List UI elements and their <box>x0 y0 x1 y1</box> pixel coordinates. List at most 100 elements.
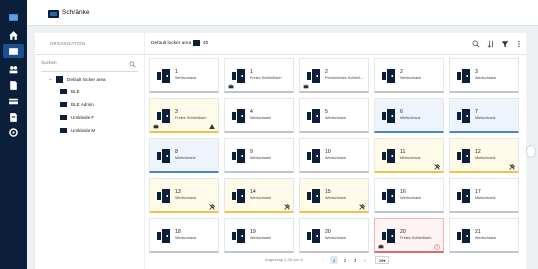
locker-card[interactable]: 2 Wertschrank <box>374 58 444 93</box>
warning-icon <box>209 124 215 129</box>
locker-type: Mietschrank <box>475 156 496 160</box>
prev-page-icon[interactable]: ‹ <box>320 256 326 264</box>
locker-icon <box>457 189 471 203</box>
locker-number: 21 <box>475 229 481 235</box>
locker-card[interactable]: 17 Mietschrank <box>449 178 519 213</box>
locker-card[interactable]: 7 Mietschrank <box>449 98 519 133</box>
tree-root[interactable]: − Default locker area <box>49 76 106 83</box>
lockers-nav-icon[interactable] <box>3 44 24 58</box>
locker-type: Wertschrank <box>475 236 497 240</box>
locker-type: Wertschrank <box>325 116 347 120</box>
locker-card[interactable]: 3 Wertschrank <box>449 58 519 93</box>
locker-icon <box>157 229 171 243</box>
tree-root-label: Default locker area <box>67 77 106 82</box>
group-icon <box>60 115 67 120</box>
collapse-icon[interactable]: − <box>49 77 54 83</box>
robot-icon <box>228 84 234 89</box>
collapse-handle[interactable] <box>526 145 536 158</box>
locker-number: 20 <box>325 229 331 235</box>
page-button[interactable]: 1 <box>330 256 338 264</box>
locker-card[interactable]: 2 Persönliches Schließ… <box>299 58 369 93</box>
locker-card[interactable]: 21 Wertschrank <box>449 218 519 253</box>
search-input[interactable] <box>41 60 121 65</box>
locker-icon <box>307 229 321 243</box>
wrench-icon <box>359 203 365 210</box>
filter-icon[interactable] <box>500 39 509 48</box>
locker-icon <box>382 189 396 203</box>
locker-type: Wertschrank <box>475 76 497 80</box>
group-icon <box>60 89 67 94</box>
wrench-icon <box>209 203 215 210</box>
locker-card[interactable]: 5 Wertschrank <box>299 98 369 133</box>
robot-icon <box>303 84 309 89</box>
locker-number: 5 <box>325 109 328 115</box>
tree-item-label: Umkleide M <box>71 128 96 133</box>
tree-item[interactable]: BLE Admin <box>60 102 94 107</box>
locker-type: Wertschrank <box>175 236 197 240</box>
locker-card[interactable]: 14 Wertschrank <box>224 178 294 213</box>
locker-card[interactable]: 9 Wertschrank <box>224 138 294 173</box>
locker-number: 14 <box>250 189 256 195</box>
page-button[interactable]: 3 <box>352 256 358 264</box>
locker-card[interactable]: 12 Mietschrank <box>449 138 519 173</box>
locker-icon <box>232 189 246 203</box>
locker-number: 8 <box>175 149 178 155</box>
locker-area-panel: Default locker area 40 1 Wertschrank 1 Frei… <box>145 33 526 269</box>
locker-card[interactable]: 10 Wertschrank <box>299 138 369 173</box>
locker-card[interactable]: 20 Freies Schließfach <box>374 218 444 253</box>
logo-icon[interactable] <box>7 12 20 22</box>
gear-icon[interactable] <box>7 127 20 137</box>
tree-item[interactable]: BLE <box>60 89 80 94</box>
locker-card[interactable]: 3 Freies Schließfach <box>149 98 219 133</box>
locker-card[interactable]: 1 Wertschrank <box>149 58 219 93</box>
locker-card[interactable]: 16 Wertschrank <box>374 178 444 213</box>
report-icon[interactable] <box>7 112 20 122</box>
search-icon[interactable] <box>129 61 136 68</box>
locker-type: Wertschrank <box>250 116 272 120</box>
locker-type: Wertschrank <box>325 196 347 200</box>
locker-card[interactable]: 20 Wertschrank <box>299 218 369 253</box>
tree-item-label: BLE <box>71 89 80 94</box>
locker-number: 9 <box>250 149 253 155</box>
pagination-text: Angezeigt 1-25 von 0 <box>265 257 303 262</box>
top-bar: Schränke <box>27 0 538 26</box>
locker-icon <box>157 149 171 163</box>
locker-card[interactable]: 6 Mietschrank <box>374 98 444 133</box>
locker-type: Freies Schließfach <box>175 116 207 120</box>
sort-icon[interactable] <box>486 39 495 48</box>
locker-number: 20 <box>400 229 406 235</box>
locker-icon <box>157 69 171 83</box>
page-button[interactable]: 2 <box>342 256 348 264</box>
page-size-select[interactable]: 25 ▾ <box>375 256 389 264</box>
search-box[interactable] <box>41 59 138 72</box>
next-page-icon[interactable]: › <box>362 256 368 264</box>
locker-card[interactable]: 4 Wertschrank <box>224 98 294 133</box>
locker-type: Wertschrank <box>400 76 422 80</box>
home-icon[interactable] <box>7 30 20 40</box>
locker-number: 10 <box>325 149 331 155</box>
locker-type: Mietschrank <box>400 116 421 120</box>
locker-number: 1 <box>250 69 253 75</box>
locker-card[interactable]: 13 Wertschrank <box>149 178 219 213</box>
search-icon[interactable] <box>471 39 480 48</box>
locker-number: 15 <box>325 189 331 195</box>
locker-card[interactable]: 8 Mietschrank <box>149 138 219 173</box>
locker-card[interactable]: 11 Mietschrank <box>374 138 444 173</box>
locker-icon <box>457 229 471 243</box>
locker-number: 17 <box>475 189 481 195</box>
locker-card[interactable]: 1 Freies Schließfach <box>224 58 294 93</box>
tree-item[interactable]: Umkleide F <box>60 115 94 120</box>
locker-type: Wertschrank <box>175 76 197 80</box>
wrench-icon <box>434 163 440 170</box>
more-icon[interactable] <box>514 39 523 48</box>
locker-card[interactable]: 18 Wertschrank <box>149 218 219 253</box>
users-icon[interactable] <box>7 64 20 74</box>
locker-card[interactable]: 19 Wertschrank <box>224 218 294 253</box>
locker-number: 3 <box>475 69 478 75</box>
document-icon[interactable] <box>7 80 20 90</box>
locker-type: Mietschrank <box>175 156 196 160</box>
card-icon[interactable] <box>7 96 20 106</box>
tree-item[interactable]: Umkleide M <box>60 128 95 133</box>
locker-number: 13 <box>175 189 181 195</box>
locker-card[interactable]: 15 Wertschrank <box>299 178 369 213</box>
